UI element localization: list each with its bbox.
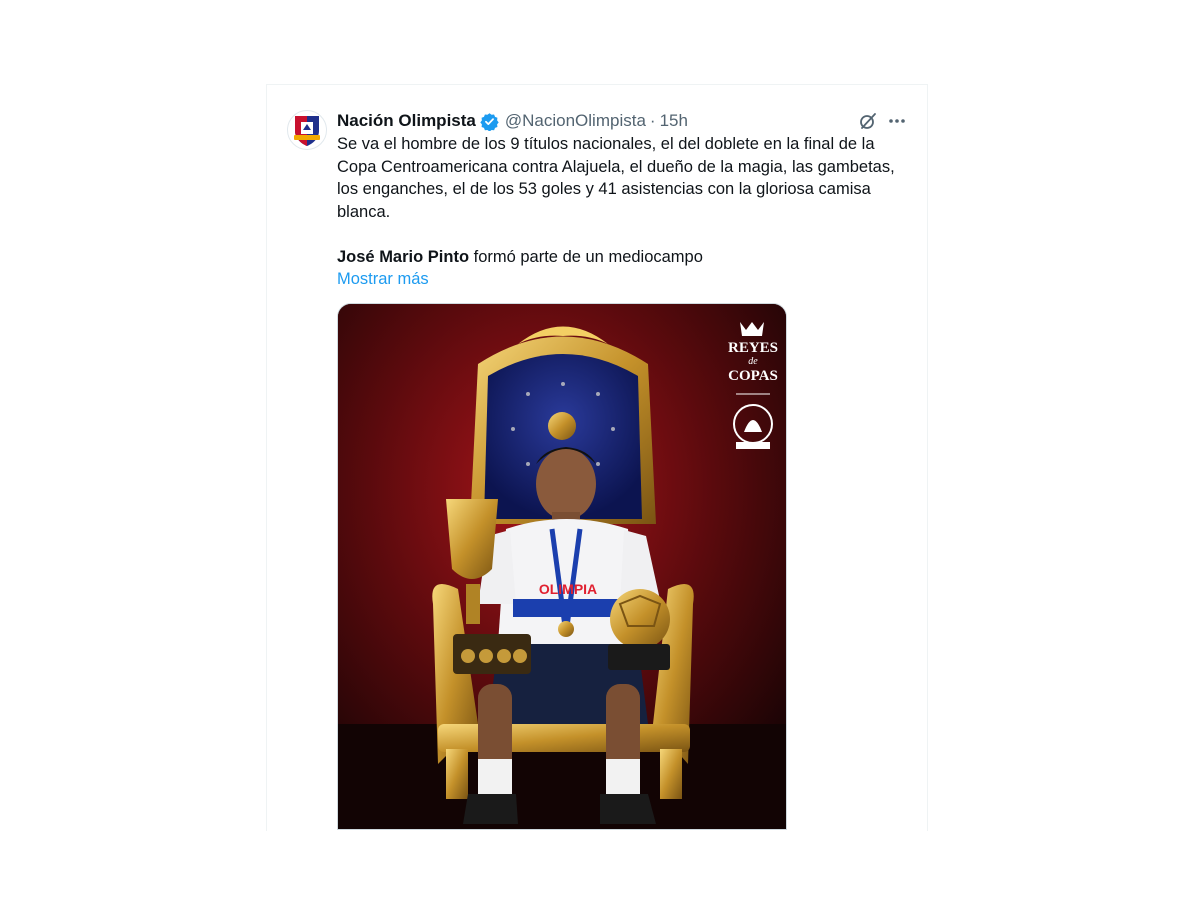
tweet-header: Nación Olimpista @NacionOlimpista · 15h [337, 110, 688, 132]
more-icon[interactable] [886, 111, 908, 131]
tweet-media-image[interactable]: OLIMPIA REYES de COPAS [337, 303, 787, 830]
author-handle[interactable]: @NacionOlimpista [505, 111, 646, 131]
player-throne-photo: OLIMPIA REYES de COPAS [338, 304, 786, 829]
svg-text:COPAS: COPAS [728, 368, 778, 384]
tweet-text: Se va el hombre de los 9 títulos naciona… [337, 133, 912, 291]
tweet-paragraph-2-rest: formó parte de un mediocampo [469, 247, 703, 266]
header-separator: · [649, 111, 656, 130]
author-display-name[interactable]: Nación Olimpista [337, 111, 476, 131]
grok-icon[interactable] [858, 111, 878, 131]
nacion-olimpista-logo-icon [294, 116, 320, 146]
show-more-link[interactable]: Mostrar más [337, 268, 429, 291]
svg-text:de: de [748, 356, 758, 367]
author-avatar[interactable] [287, 110, 327, 150]
tweet-paragraph-2: José Mario Pinto formó parte de un medio… [337, 246, 912, 269]
tweet-timestamp[interactable]: 15h [660, 111, 688, 131]
verified-badge-icon [480, 112, 499, 131]
mentioned-player-name: José Mario Pinto [337, 247, 470, 266]
svg-text:REYES: REYES [728, 340, 778, 356]
shirt-text: OLIMPIA [539, 581, 597, 597]
tweet-paragraph-1: Se va el hombre de los 9 títulos naciona… [337, 135, 895, 221]
